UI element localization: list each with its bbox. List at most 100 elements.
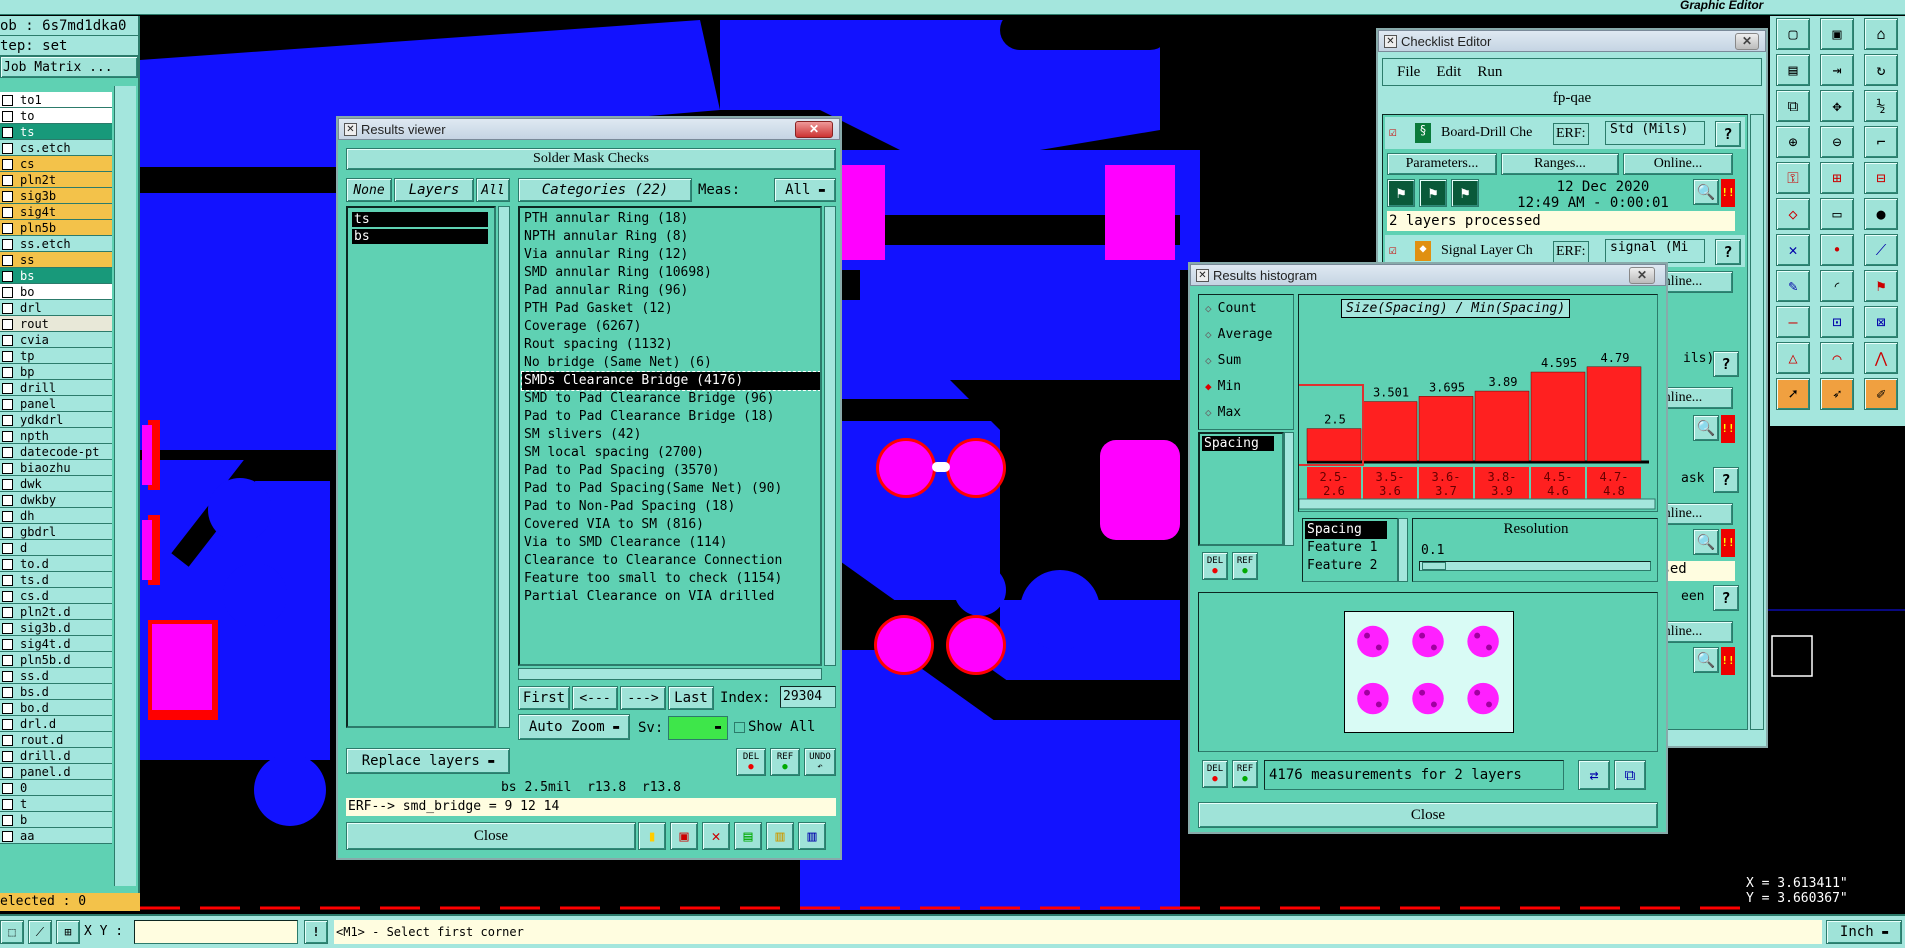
report-icon[interactable]: ▤ (734, 822, 762, 850)
menu-run[interactable]: Run (1477, 64, 1502, 81)
layer-item-sig3b[interactable]: sig3b (0, 188, 112, 204)
help-button-4[interactable]: ? (1713, 467, 1739, 493)
stat-option-max[interactable]: ◇ Max (1199, 399, 1293, 425)
category-item[interactable]: Covered VIA to SM (816) (522, 516, 820, 534)
histogram-icon[interactable]: ▥ (798, 822, 826, 850)
window-icon[interactable]: ▢ (1776, 18, 1810, 50)
none-button[interactable]: None (346, 178, 392, 202)
node-icon[interactable]: ⊟ (1864, 162, 1898, 194)
layer-item-cs.etch[interactable]: cs.etch (0, 140, 112, 156)
layer-item-pln2t[interactable]: pln2t (0, 172, 112, 188)
histogram-bar[interactable] (1586, 366, 1642, 462)
feature-scrollbar[interactable] (1398, 518, 1408, 582)
feature-item[interactable]: Feature 2 (1305, 557, 1387, 575)
category-item[interactable]: SMD annular Ring (10698) (522, 264, 820, 282)
category-item[interactable]: Feature too small to check (1154) (522, 570, 820, 588)
copy-icon[interactable]: ⧉ (1776, 90, 1810, 122)
bookmark-icon[interactable]: ▮ (638, 822, 666, 850)
box-icon[interactable]: ⊡ (1820, 306, 1854, 338)
layer-item-sig3b.d[interactable]: sig3b.d (0, 620, 112, 636)
mirror-icon[interactable]: ⋀ (1864, 342, 1898, 374)
layer-item-gbdrl[interactable]: gbdrl (0, 524, 112, 540)
categories-list[interactable]: PTH annular Ring (18) NPTH annular Ring (… (518, 206, 822, 666)
category-item[interactable]: Partial Clearance on VIA drilled (522, 588, 820, 606)
frame-icon[interactable]: ⊠ (1864, 306, 1898, 338)
del-button[interactable]: DEL ● (736, 748, 766, 776)
feature-item[interactable]: Spacing (1305, 521, 1387, 539)
layer-item-tp[interactable]: tp (0, 348, 112, 364)
layer-item-drl.d[interactable]: drl.d (0, 716, 112, 732)
layer-item-to[interactable]: to (0, 108, 112, 124)
zoom-icon[interactable]: 🔍 (1693, 179, 1719, 205)
erf-dropdown[interactable]: Std (Mils) (1605, 121, 1705, 145)
preview-thumbnail[interactable] (1344, 611, 1514, 733)
category-item[interactable]: PTH Pad Gasket (12) (522, 300, 820, 318)
next-button[interactable]: ---> (620, 686, 666, 710)
replace-layers-dropdown[interactable]: Replace layers ▬ (346, 748, 510, 774)
notes-icon[interactable]: ▥ (766, 822, 794, 850)
layer-item-panel[interactable]: panel (0, 396, 112, 412)
histogram-bar[interactable] (1474, 390, 1530, 462)
run-all-icon[interactable]: ⚑ (1419, 179, 1447, 207)
layer-item-bo[interactable]: bo (0, 284, 112, 300)
histogram-titlebar[interactable]: ✕ Results histogram ✕ (1190, 264, 1666, 286)
run-icon[interactable]: ⚑ (1387, 179, 1415, 207)
online-button[interactable]: Online... (1623, 153, 1733, 175)
menu-edit[interactable]: Edit (1436, 64, 1461, 81)
erf-dropdown[interactable]: signal (Mi (1605, 239, 1705, 263)
category-item[interactable]: Via to SMD Clearance (114) (522, 534, 820, 552)
close-icon[interactable]: ✕ (1629, 267, 1655, 284)
edit-icon[interactable]: ✐ (1864, 378, 1898, 410)
resolution-slider[interactable] (1419, 561, 1651, 571)
layer-item-npth[interactable]: npth (0, 428, 112, 444)
layer-item-pln2t.d[interactable]: pln2t.d (0, 604, 112, 620)
layer-item-ss.etch[interactable]: ss.etch (0, 236, 112, 252)
category-item[interactable]: No bridge (Same Net) (6) (522, 354, 820, 372)
category-item[interactable]: Pad annular Ring (96) (522, 282, 820, 300)
measurement-item[interactable]: Spacing (1202, 436, 1274, 451)
units-dropdown[interactable]: Inch ▬ (1826, 920, 1902, 944)
layer-item-aa[interactable]: aa (0, 828, 112, 844)
layer-list[interactable]: to1 to ts cs.etch cs pln2t sig3b sig4t pln5b ss.e… (0, 92, 112, 844)
results-layer-item[interactable]: ts (352, 212, 488, 227)
category-item[interactable]: Pad to Non-Pad Spacing (18) (522, 498, 820, 516)
layer-item-pln5b.d[interactable]: pln5b.d (0, 652, 112, 668)
layer-item-bp[interactable]: bp (0, 364, 112, 380)
circle-icon[interactable]: ● (1864, 198, 1898, 230)
xy-input[interactable] (134, 920, 298, 944)
crop-icon[interactable]: ⌐ (1864, 126, 1898, 158)
help-button[interactable]: ? (1715, 239, 1741, 265)
zoom-icon-3[interactable]: 🔍 (1693, 415, 1719, 441)
layer-item-drill.d[interactable]: drill.d (0, 748, 112, 764)
histogram-bar[interactable] (1306, 428, 1362, 462)
move-icon[interactable]: ✥ (1820, 90, 1854, 122)
info-icon[interactable]: ! (304, 920, 328, 944)
run-next-icon[interactable]: ⚑ (1451, 179, 1479, 207)
erf-dropdown-3[interactable]: ils) (1683, 351, 1714, 375)
hist-del-button[interactable]: DEL ● (1202, 552, 1228, 580)
layer-item-ts[interactable]: ts (0, 124, 112, 140)
layer-item-sig4t.d[interactable]: sig4t.d (0, 636, 112, 652)
clear-icon[interactable]: ✕ (702, 822, 730, 850)
layer-item-cs.d[interactable]: cs.d (0, 588, 112, 604)
save-icon[interactable]: ▣ (1820, 18, 1854, 50)
category-item[interactable]: Pad to Pad Clearance Bridge (18) (522, 408, 820, 426)
close-button[interactable]: Close (346, 822, 636, 850)
stat-option-average[interactable]: ◇ Average (1199, 321, 1293, 347)
categories-button[interactable]: Categories (22) (518, 178, 692, 202)
close-icon[interactable]: ✕ (795, 121, 833, 138)
stat-option-min[interactable]: ◆ Min (1199, 373, 1293, 399)
layer-item-rout[interactable]: rout (0, 316, 112, 332)
cross-icon[interactable]: ✕ (1776, 234, 1810, 266)
measurement-scrollbar[interactable] (1284, 432, 1294, 546)
category-item[interactable]: SMD to Pad Clearance Bridge (96) (522, 390, 820, 408)
category-item[interactable]: Via annular Ring (12) (522, 246, 820, 264)
ratio-icon[interactable]: ½ (1864, 90, 1898, 122)
help-button-3[interactable]: ? (1713, 351, 1739, 377)
zoom-icon-4[interactable]: 🔍 (1693, 529, 1719, 555)
layer-item-drl[interactable]: drl (0, 300, 112, 316)
preview-ref-button[interactable]: REF ● (1232, 760, 1258, 788)
layer-item-dh[interactable]: dh (0, 508, 112, 524)
show-all-checkbox[interactable] (734, 722, 745, 733)
layers-button[interactable]: Layers (394, 178, 474, 202)
